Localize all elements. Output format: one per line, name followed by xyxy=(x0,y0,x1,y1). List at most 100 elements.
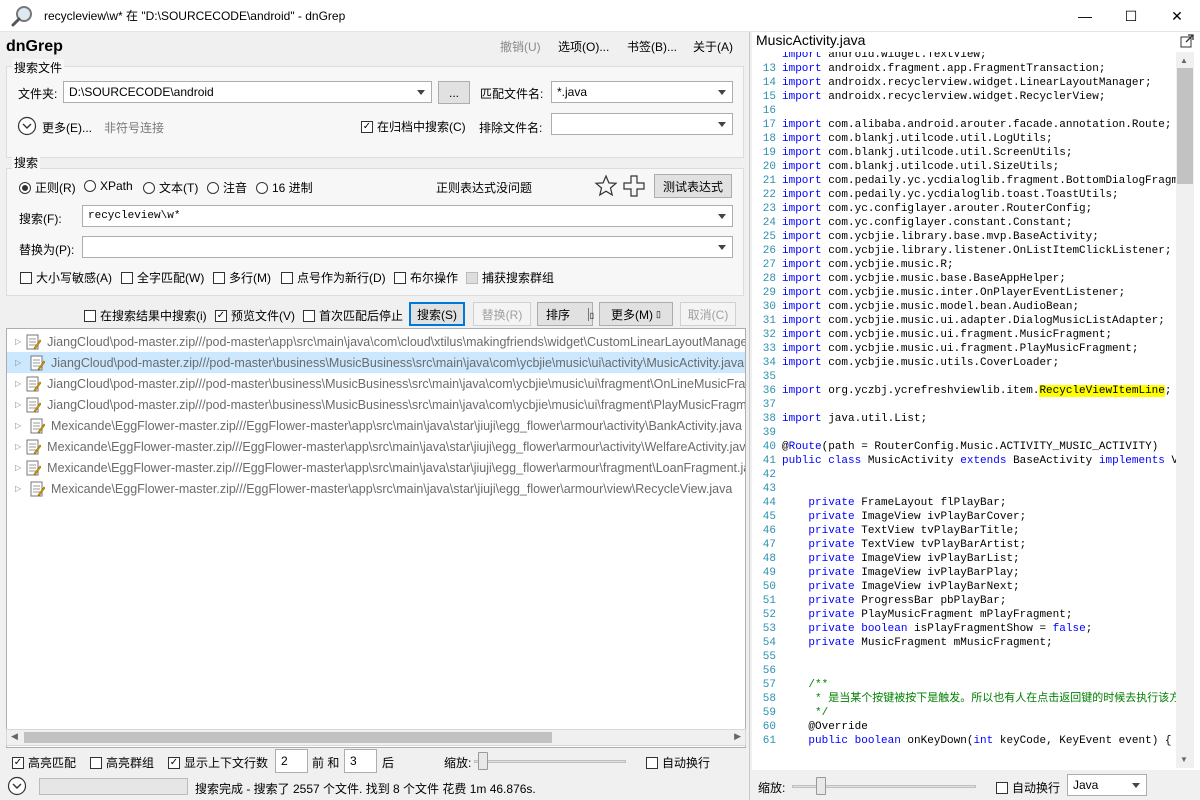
case-sensitive-checkbox[interactable]: 大小写敏感(A) xyxy=(20,269,112,286)
test-expression-button[interactable]: 测试表达式 xyxy=(654,174,732,198)
radio-phonetic[interactable]: 注音 xyxy=(207,179,247,196)
close-button[interactable]: ✕ xyxy=(1154,0,1200,32)
menu-undo[interactable]: 撤销(U) xyxy=(500,38,541,55)
replace-input[interactable] xyxy=(82,236,733,258)
scroll-thumb[interactable] xyxy=(1177,68,1193,184)
minimize-button[interactable]: — xyxy=(1062,0,1108,32)
result-row[interactable]: ▷ JiangCloud\pod-master.zip///pod-master\… xyxy=(7,394,745,415)
expand-arrow-icon[interactable]: ▷ xyxy=(15,400,21,409)
plus-icon[interactable] xyxy=(622,174,646,198)
scroll-thumb[interactable] xyxy=(24,732,552,743)
cancel-button[interactable]: 取消(C) xyxy=(680,302,736,326)
replace-button[interactable]: 替换(R) xyxy=(473,302,531,326)
code-token: com.ycbjie.music.R; xyxy=(821,259,954,271)
more-files-label[interactable]: 更多(E)... xyxy=(42,119,92,136)
result-row[interactable]: ▷ JiangCloud\pod-master.zip///pod-master\… xyxy=(7,352,745,373)
result-row[interactable]: ▷ Mexicande\EggFlower-master.zip///EggFlo… xyxy=(7,415,745,436)
popout-icon[interactable] xyxy=(1180,34,1194,48)
search-button[interactable]: 搜索(S) xyxy=(409,302,465,326)
preview-wrap-checkbox[interactable]: 自动换行 xyxy=(996,779,1060,796)
multiline-checkbox[interactable]: 多行(M) xyxy=(213,269,271,286)
preview-vscrollbar[interactable]: ▲ ▼ xyxy=(1176,52,1194,768)
chevron-down-icon xyxy=(417,90,425,95)
code-token: private xyxy=(808,595,855,607)
folder-combo[interactable]: D:\SOURCECODE\android xyxy=(63,81,432,103)
search-input[interactable]: recycleview\w* xyxy=(82,205,733,227)
line-number: 36 xyxy=(762,385,776,397)
dot-newline-checkbox[interactable]: 点号作为新行(D) xyxy=(281,269,386,286)
code-line: 38 import java.util.List; xyxy=(752,412,1176,426)
search-in-results-checkbox[interactable]: 在搜索结果中搜索(i) xyxy=(84,307,207,324)
zoom-slider-thumb[interactable] xyxy=(478,752,488,770)
expand-arrow-icon[interactable]: ▷ xyxy=(15,463,21,472)
radio-regex[interactable]: 正则(R) xyxy=(19,179,76,196)
radio-xpath[interactable]: XPath xyxy=(84,179,133,193)
archive-checkbox[interactable]: ✓ 在归档中搜索(C) xyxy=(361,118,466,135)
code-line: 51 private ProgressBar pbPlayBar; xyxy=(752,594,1176,608)
sort-button[interactable]: 排序 ▯ xyxy=(537,302,594,326)
result-row[interactable]: ▷ Mexicande\EggFlower-master.zip///EggFlo… xyxy=(7,457,745,478)
preview-zoom-thumb[interactable] xyxy=(816,777,826,795)
browse-button[interactable]: ... xyxy=(438,81,470,104)
context-before-input[interactable]: 2 xyxy=(275,749,308,773)
scroll-right-icon[interactable]: ▶ xyxy=(734,731,741,742)
zoom-slider[interactable] xyxy=(474,760,626,763)
context-after-input[interactable]: 3 xyxy=(344,749,377,773)
whole-word-checkbox[interactable]: 全字匹配(W) xyxy=(121,269,204,286)
line-number: 32 xyxy=(762,329,776,341)
expand-more-icon[interactable] xyxy=(17,116,37,136)
more-actions-button[interactable]: 更多(M) ▯ xyxy=(599,302,673,326)
menu-options[interactable]: 选项(O)... xyxy=(558,38,609,55)
expand-arrow-icon[interactable]: ▷ xyxy=(15,442,21,451)
results-hscrollbar[interactable]: ◀ ▶ xyxy=(6,729,746,746)
expand-arrow-icon[interactable]: ▷ xyxy=(15,337,21,346)
menu-about[interactable]: 关于(A) xyxy=(693,38,733,55)
radio-hex[interactable]: 16 进制 xyxy=(256,179,313,196)
preview-panel: MusicActivity.java import android.widget… xyxy=(752,32,1200,800)
expand-arrow-icon[interactable]: ▷ xyxy=(15,421,25,430)
exclude-files-combo[interactable] xyxy=(551,113,733,135)
stop-first-match-checkbox[interactable]: 首次匹配后停止 xyxy=(303,307,403,324)
result-row[interactable]: ▷ JiangCloud\pod-master.zip///pod-master\… xyxy=(7,373,745,394)
expand-arrow-icon[interactable]: ▷ xyxy=(15,379,21,388)
boolean-checkbox[interactable]: 布尔操作 xyxy=(394,269,458,286)
code-line: 50 private ImageView ivPlayBarNext; xyxy=(752,580,1176,594)
line-number: 47 xyxy=(762,539,776,551)
language-combo[interactable]: Java xyxy=(1067,774,1147,796)
match-files-label: 匹配文件名: xyxy=(480,87,544,101)
match-files-combo[interactable]: *.java xyxy=(551,81,733,103)
code-token: import xyxy=(782,245,822,257)
menu-bookmarks[interactable]: 书签(B)... xyxy=(627,38,677,55)
result-row[interactable]: ▷ JiangCloud\pod-master.zip///pod-master\… xyxy=(7,331,745,352)
results-tree[interactable]: ▷ JiangCloud\pod-master.zip///pod-master\… xyxy=(6,328,746,748)
code-token: import xyxy=(782,231,822,243)
code-viewer[interactable]: import android.widget.TextView; 13 import … xyxy=(752,52,1176,767)
result-row[interactable]: ▷ Mexicande\EggFlower-master.zip///EggFlo… xyxy=(7,436,745,457)
show-context-checkbox[interactable]: ✓ 显示上下文行数 xyxy=(168,754,268,771)
code-line: 16 xyxy=(752,104,1176,118)
line-number: 28 xyxy=(762,273,776,285)
code-token: ; xyxy=(1164,385,1172,397)
code-token: import xyxy=(782,203,822,215)
highlight-groups-checkbox[interactable]: 高亮群组 xyxy=(90,754,154,771)
code-token: */ xyxy=(782,707,829,719)
star-icon[interactable] xyxy=(594,174,618,198)
preview-file-checkbox[interactable]: ✓ 预览文件(V) xyxy=(215,307,295,324)
code-line: 40 @Route(path = RouterConfig.Music.ACTIV… xyxy=(752,440,1176,454)
scroll-up-icon[interactable]: ▲ xyxy=(1180,56,1188,65)
radio-text[interactable]: 文本(T) xyxy=(143,179,198,196)
expand-arrow-icon[interactable]: ▷ xyxy=(15,484,25,493)
scroll-down-icon[interactable]: ▼ xyxy=(1180,755,1188,764)
capture-groups-checkbox[interactable]: 捕获搜索群组 xyxy=(466,269,554,286)
file-icon xyxy=(25,439,42,455)
highlight-matches-checkbox[interactable]: ✓ 高亮匹配 xyxy=(12,754,76,771)
file-icon xyxy=(29,481,46,497)
expand-arrow-icon[interactable]: ▷ xyxy=(15,358,25,367)
result-row[interactable]: ▷ Mexicande\EggFlower-master.zip///EggFlo… xyxy=(7,478,745,499)
wrap-checkbox[interactable]: 自动换行 xyxy=(646,754,710,771)
scroll-left-icon[interactable]: ◀ xyxy=(11,731,18,742)
maximize-button[interactable]: ☐ xyxy=(1108,0,1154,32)
expand-status-icon[interactable] xyxy=(7,776,27,796)
